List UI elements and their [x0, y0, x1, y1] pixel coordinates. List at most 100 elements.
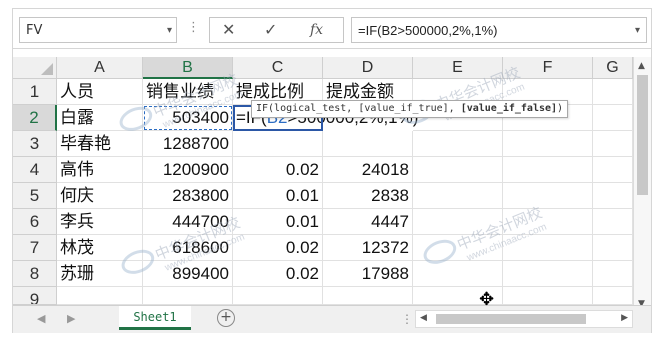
vertical-scrollbar[interactable]: ▲ ▼ [633, 57, 651, 313]
row-header-2[interactable]: 2 [13, 105, 57, 131]
column-header-e[interactable]: E [413, 57, 503, 79]
cell-a8[interactable]: 苏珊 [57, 261, 143, 287]
column-header-d[interactable]: D [323, 57, 413, 79]
formula-text: =IF(B2>500000,2%,1%) [358, 23, 498, 38]
cell-a1[interactable]: 人员 [57, 79, 143, 105]
cell-c3[interactable] [233, 131, 323, 157]
row-header-1[interactable]: 1 [13, 79, 57, 105]
chevron-down-icon[interactable]: ▾ [167, 25, 172, 36]
cell-f7[interactable] [503, 235, 593, 261]
cell-a5[interactable]: 何庆 [57, 183, 143, 209]
column-header-c[interactable]: C [233, 57, 323, 79]
cell-a3[interactable]: 毕春艳 [57, 131, 143, 157]
cell-a6[interactable]: 李兵 [57, 209, 143, 235]
move-cursor-icon: ✥ [479, 289, 495, 310]
cell-b6[interactable]: 444700 [143, 209, 233, 235]
tooltip-current-arg[interactable]: [value_if_false] [461, 103, 557, 114]
cell-a7[interactable]: 林茂 [57, 235, 143, 261]
cell-g6[interactable] [593, 209, 633, 235]
cell-f5[interactable] [503, 183, 593, 209]
column-header-g[interactable]: G [593, 57, 633, 79]
formula-bar: FV ▾ ⋮ ✕ ✓ fx =IF(B2>500000,2%,1%) ▾ [13, 9, 651, 49]
cell-a2[interactable]: 白露 [57, 105, 143, 131]
cell-g9[interactable] [593, 287, 633, 305]
cell-d6[interactable]: 4447 [323, 209, 413, 235]
prev-sheet-icon[interactable]: ◀ [37, 312, 45, 325]
sheet-tab-bar: ◀ ▶ Sheet1 + ⋮ ◀ ▶ [13, 305, 651, 333]
cell-c4[interactable]: 0.02 [233, 157, 323, 183]
splitter-dots-icon[interactable]: ⋮ [187, 20, 200, 35]
cell-g5[interactable] [593, 183, 633, 209]
horizontal-scroll-thumb[interactable] [436, 314, 586, 324]
tab-splitter-icon[interactable]: ⋮ [401, 312, 413, 326]
cell-d3[interactable] [323, 131, 413, 157]
plus-icon[interactable]: + [217, 309, 235, 327]
horizontal-scrollbar[interactable]: ◀ ▶ [415, 310, 633, 328]
cell-b3[interactable]: 1288700 [143, 131, 233, 157]
cell-b4[interactable]: 1200900 [143, 157, 233, 183]
scroll-left-icon[interactable]: ◀ [420, 313, 427, 323]
cell-e3[interactable] [413, 131, 503, 157]
cell-f3[interactable] [503, 131, 593, 157]
cell-c6[interactable]: 0.01 [233, 209, 323, 235]
cell-a4[interactable]: 高伟 [57, 157, 143, 183]
row-header-3[interactable]: 3 [13, 131, 57, 157]
cell-g4[interactable] [593, 157, 633, 183]
select-all-button[interactable] [13, 57, 57, 79]
cell-g8[interactable] [593, 261, 633, 287]
check-icon[interactable]: ✓ [264, 20, 277, 39]
row-header-8[interactable]: 8 [13, 261, 57, 287]
cell-c9[interactable] [233, 287, 323, 305]
cell-e8[interactable] [413, 261, 503, 287]
cell-d9[interactable] [323, 287, 413, 305]
sheet-tab-sheet1[interactable]: Sheet1 [119, 306, 191, 330]
cell-g3[interactable] [593, 131, 633, 157]
cell-g2[interactable] [593, 105, 633, 131]
cell-b8[interactable]: 899400 [143, 261, 233, 287]
scroll-up-icon[interactable]: ▲ [638, 61, 645, 71]
row-header-6[interactable]: 6 [13, 209, 57, 235]
row-header-5[interactable]: 5 [13, 183, 57, 209]
row-header-7[interactable]: 7 [13, 235, 57, 261]
column-header-a[interactable]: A [57, 57, 143, 79]
cell-f4[interactable] [503, 157, 593, 183]
cell-a9[interactable] [57, 287, 143, 305]
name-box[interactable]: FV ▾ [19, 17, 177, 43]
function-tooltip: IF(logical_test, [value_if_true], [value… [251, 100, 569, 118]
column-header-b[interactable]: B [143, 57, 233, 79]
expand-formula-icon[interactable]: ▾ [635, 25, 640, 36]
row-header-9[interactable]: 9 [13, 287, 57, 305]
insert-function-icon[interactable]: fx [310, 22, 323, 38]
cell-g1[interactable] [593, 79, 633, 105]
spreadsheet-window: FV ▾ ⋮ ✕ ✓ fx =IF(B2>500000,2%,1%) ▾ A B… [12, 8, 652, 333]
formula-input[interactable]: =IF(B2>500000,2%,1%) ▾ [351, 17, 647, 43]
name-box-value: FV [26, 23, 43, 38]
cell-b2[interactable]: 503400 [143, 105, 233, 131]
cell-e7[interactable] [413, 235, 503, 261]
cell-f9[interactable] [503, 287, 593, 305]
cell-c8[interactable]: 0.02 [233, 261, 323, 287]
vertical-scroll-thumb[interactable] [637, 75, 648, 195]
cell-d5[interactable]: 2838 [323, 183, 413, 209]
formula-buttons: ✕ ✓ fx [209, 17, 344, 43]
cell-g7[interactable] [593, 235, 633, 261]
cancel-icon[interactable]: ✕ [222, 20, 235, 39]
cell-f8[interactable] [503, 261, 593, 287]
cell-b9[interactable] [143, 287, 233, 305]
row-header-4[interactable]: 4 [13, 157, 57, 183]
cell-d4[interactable]: 24018 [323, 157, 413, 183]
next-sheet-icon[interactable]: ▶ [67, 312, 75, 325]
scroll-right-icon[interactable]: ▶ [621, 313, 628, 323]
column-header-f[interactable]: F [503, 57, 593, 79]
cell-b7[interactable]: 618600 [143, 235, 233, 261]
cell-e4[interactable] [413, 157, 503, 183]
cell-b1[interactable]: 销售业绩 [143, 79, 233, 105]
cell-d8[interactable]: 17988 [323, 261, 413, 287]
cell-c7[interactable]: 0.02 [233, 235, 323, 261]
cell-e6[interactable] [413, 209, 503, 235]
cell-b5[interactable]: 283800 [143, 183, 233, 209]
cell-c5[interactable]: 0.01 [233, 183, 323, 209]
cell-e5[interactable] [413, 183, 503, 209]
cell-f6[interactable] [503, 209, 593, 235]
cell-d7[interactable]: 12372 [323, 235, 413, 261]
